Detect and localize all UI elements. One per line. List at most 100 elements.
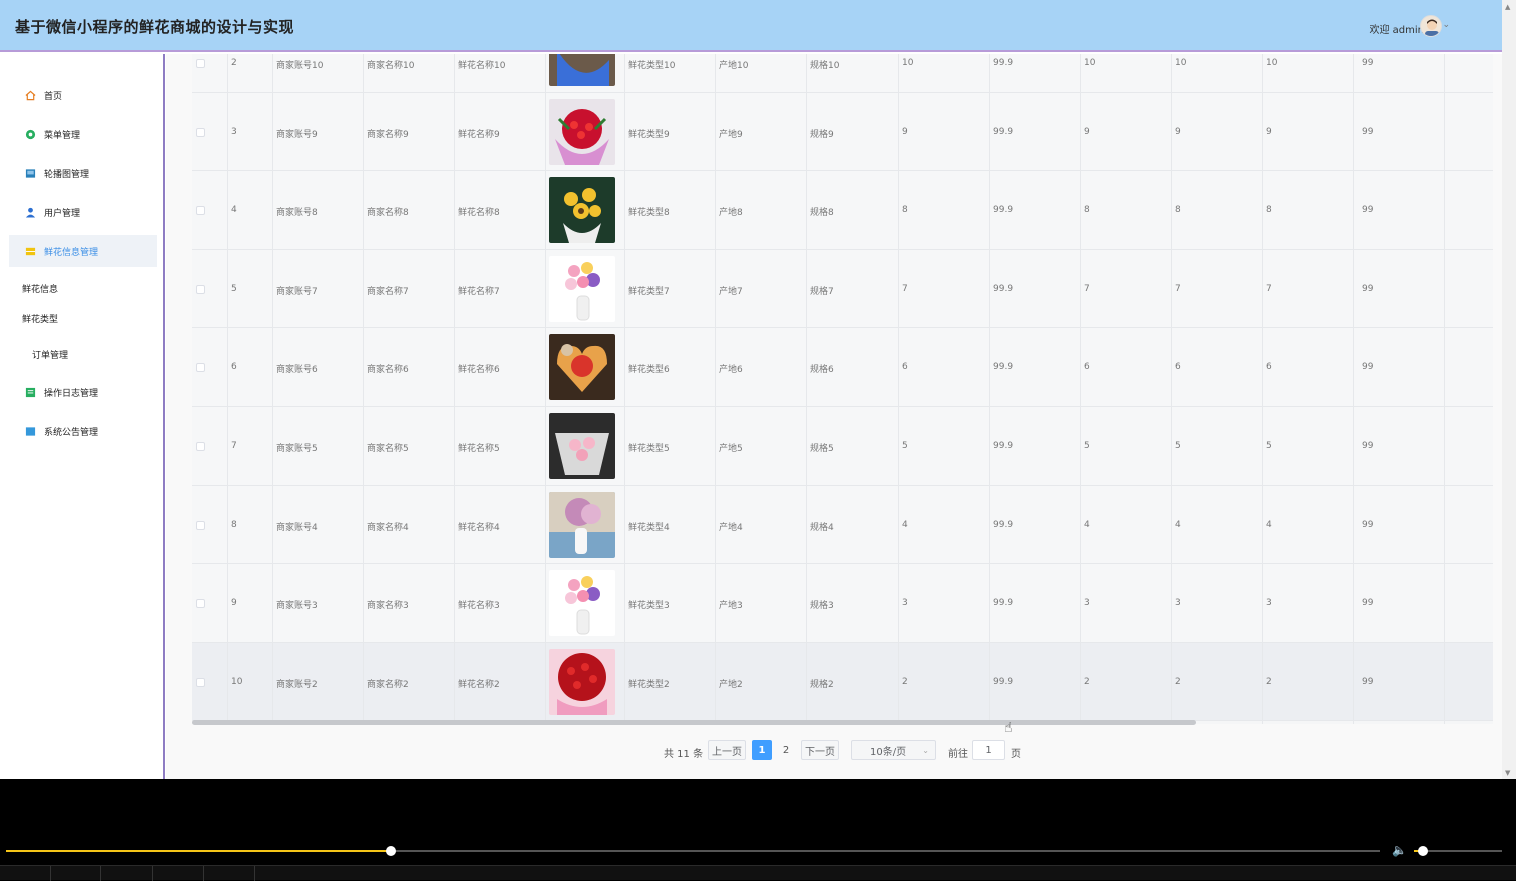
row-checkbox[interactable]	[196, 284, 205, 294]
cell-c4: 5	[1266, 441, 1272, 451]
cell-origin: 产地3	[719, 601, 743, 612]
cell-acct: 商家账号4	[276, 522, 318, 533]
volume-icon[interactable]: 🔈	[1392, 843, 1407, 857]
page-number-2[interactable]: 2	[776, 740, 796, 760]
flower-image[interactable]	[549, 54, 615, 86]
table-row[interactable]: 10 商家账号2 商家名称2 鲜花名称2 鲜花类型2 产地2 规格2 2 99.9 2 2 2 99	[192, 642, 1493, 722]
flower-image[interactable]	[549, 648, 615, 715]
cell-c3: 3	[1175, 598, 1181, 609]
total-count: 共 11 条	[664, 749, 704, 760]
table-row[interactable]: 3 商家账号9 商家名称9 鲜花名称9 鲜花类型9 产地9 规格9 9 99.9 9 9 9 99	[192, 92, 1493, 172]
cell-flower: 鲜花名称7	[458, 286, 500, 297]
cell-idx: 5	[231, 283, 237, 294]
cell-c4: 4	[1266, 519, 1272, 530]
table-row[interactable]: 4 商家账号8 商家名称8 鲜花名称8 鲜花类型8 产地8 规格8 8 99.9 8 8 8 99	[192, 171, 1493, 250]
cell-price: 99.9	[993, 519, 1014, 530]
row-checkbox[interactable]	[196, 59, 205, 68]
next-page-button[interactable]: 下一页	[801, 740, 839, 760]
sidebar-item-notices[interactable]: 系统公告管理	[9, 415, 157, 447]
flower-image[interactable]	[549, 334, 615, 401]
cell-c1: 2	[902, 676, 908, 687]
cell-c5: 99	[1362, 283, 1374, 294]
avatar[interactable]	[1420, 15, 1442, 37]
table-row[interactable]: 6 商家账号6 商家名称6 鲜花名称6 鲜花类型6 产地6 规格6 6 99.9 6 6 6 99	[192, 328, 1493, 407]
cell-flower: 鲜花名称9	[458, 129, 500, 140]
row-checkbox[interactable]	[196, 599, 205, 609]
column-divider	[454, 54, 455, 724]
goto-page-input[interactable]: 1	[972, 740, 1005, 760]
chevron-down-icon[interactable]: ⌄	[1442, 20, 1450, 30]
table-row[interactable]: 9 商家账号3 商家名称3 鲜花名称3 鲜花类型3 产地3 规格3 3 99.9 3 3 3 99	[192, 564, 1493, 643]
video-player-bar: 🔈	[0, 779, 1516, 881]
cell-type: 鲜花类型9	[628, 129, 670, 140]
sidebar-item-users[interactable]: 用户管理	[9, 196, 157, 228]
submenu-flower-info[interactable]: 鲜花信息	[22, 282, 58, 295]
scroll-down-icon[interactable]: ▼	[1505, 769, 1510, 777]
cell-name: 商家名称8	[367, 208, 409, 219]
cell-c1: 3	[902, 598, 908, 609]
page-unit-label: 页	[1011, 749, 1021, 760]
sidebar-item-flower-info[interactable]: 鲜花信息管理	[9, 235, 157, 267]
page-size-value: 10条/页	[870, 746, 907, 758]
submenu-flower-type[interactable]: 鲜花类型	[22, 312, 58, 325]
cell-idx: 3	[231, 126, 237, 137]
cell-spec: 规格5	[810, 444, 834, 454]
cell-c3: 5	[1175, 441, 1181, 451]
sidebar-item-logs[interactable]: 操作日志管理	[9, 376, 157, 408]
cell-type: 鲜花类型3	[628, 601, 670, 612]
flower-image[interactable]	[549, 491, 615, 558]
cell-c1: 9	[902, 126, 908, 137]
sidebar-item-orders[interactable]: 订单管理	[32, 348, 68, 361]
sidebar-item-carousel[interactable]: 轮播图管理	[9, 157, 157, 189]
cell-c2: 7	[1084, 283, 1090, 294]
carousel-icon	[25, 168, 36, 178]
cell-name: 商家名称10	[367, 61, 415, 71]
cell-acct: 商家账号5	[276, 444, 318, 454]
cell-flower: 鲜花名称10	[458, 61, 506, 71]
cell-c5: 99	[1362, 362, 1374, 373]
volume-knob[interactable]	[1417, 846, 1428, 856]
table-row[interactable]: 5 商家账号7 商家名称7 鲜花名称7 鲜花类型7 产地7 规格7 7 99.9 7 7 7 99	[192, 249, 1493, 329]
cell-c1: 7	[902, 283, 908, 294]
sidebar-item-menu[interactable]: 菜单管理	[9, 118, 157, 150]
cell-flower: 鲜花名称4	[458, 522, 500, 533]
table-row[interactable]: 8 商家账号4 商家名称4 鲜花名称4 鲜花类型4 产地4 规格4 4 99.9 4 4 4 99	[192, 485, 1493, 565]
row-checkbox[interactable]	[196, 363, 205, 373]
cell-type: 鲜花类型5	[628, 444, 670, 454]
cell-acct: 商家账号3	[276, 601, 318, 612]
table-row[interactable]: 2 商家账号10 商家名称10 鲜花名称10 鲜花类型10 产地10 规格10 10 99.9 1…	[192, 54, 1493, 93]
vertical-scrollbar[interactable]: ▲ ▼	[1502, 0, 1516, 779]
flower-image[interactable]	[549, 98, 615, 165]
row-checkbox[interactable]	[196, 442, 205, 451]
sidebar-item-home[interactable]: 首页	[9, 79, 157, 111]
cell-idx: 9	[231, 598, 237, 609]
sidebar-item-label: 鲜花信息管理	[44, 247, 99, 258]
sidebar-item-label: 首页	[44, 91, 63, 102]
cell-idx: 8	[231, 519, 237, 530]
row-checkbox[interactable]	[196, 206, 205, 216]
page-number-1[interactable]: 1	[752, 740, 772, 760]
cell-origin: 产地9	[719, 129, 743, 140]
flower-image[interactable]	[549, 570, 615, 637]
cell-name: 商家名称3	[367, 601, 409, 612]
flower-image[interactable]	[549, 177, 615, 244]
cell-c2: 5	[1084, 441, 1090, 451]
horizontal-scrollbar[interactable]	[192, 720, 1196, 725]
scroll-up-icon[interactable]: ▲	[1505, 3, 1510, 11]
row-checkbox[interactable]	[196, 520, 205, 530]
table-row[interactable]: 7 商家账号5 商家名称5 鲜花名称5 鲜花类型5 产地5 规格5 5 99.9 5 5 5 99	[192, 407, 1493, 486]
cell-idx: 7	[231, 441, 237, 451]
cell-origin: 产地6	[719, 365, 743, 376]
row-checkbox[interactable]	[196, 677, 205, 687]
cell-c5: 99	[1362, 441, 1374, 451]
cell-c4: 7	[1266, 283, 1272, 294]
flower-image[interactable]	[549, 413, 615, 479]
flower-image[interactable]	[549, 255, 615, 322]
row-checkbox[interactable]	[196, 127, 205, 137]
cell-c5: 99	[1362, 598, 1374, 609]
page-title: 基于微信小程序的鲜花商城的设计与实现	[15, 18, 295, 36]
progress-knob[interactable]	[385, 846, 396, 856]
cell-c2: 6	[1084, 362, 1090, 373]
prev-page-button[interactable]: 上一页	[708, 740, 746, 760]
page-size-select[interactable]: 10条/页 ⌄	[851, 740, 936, 760]
